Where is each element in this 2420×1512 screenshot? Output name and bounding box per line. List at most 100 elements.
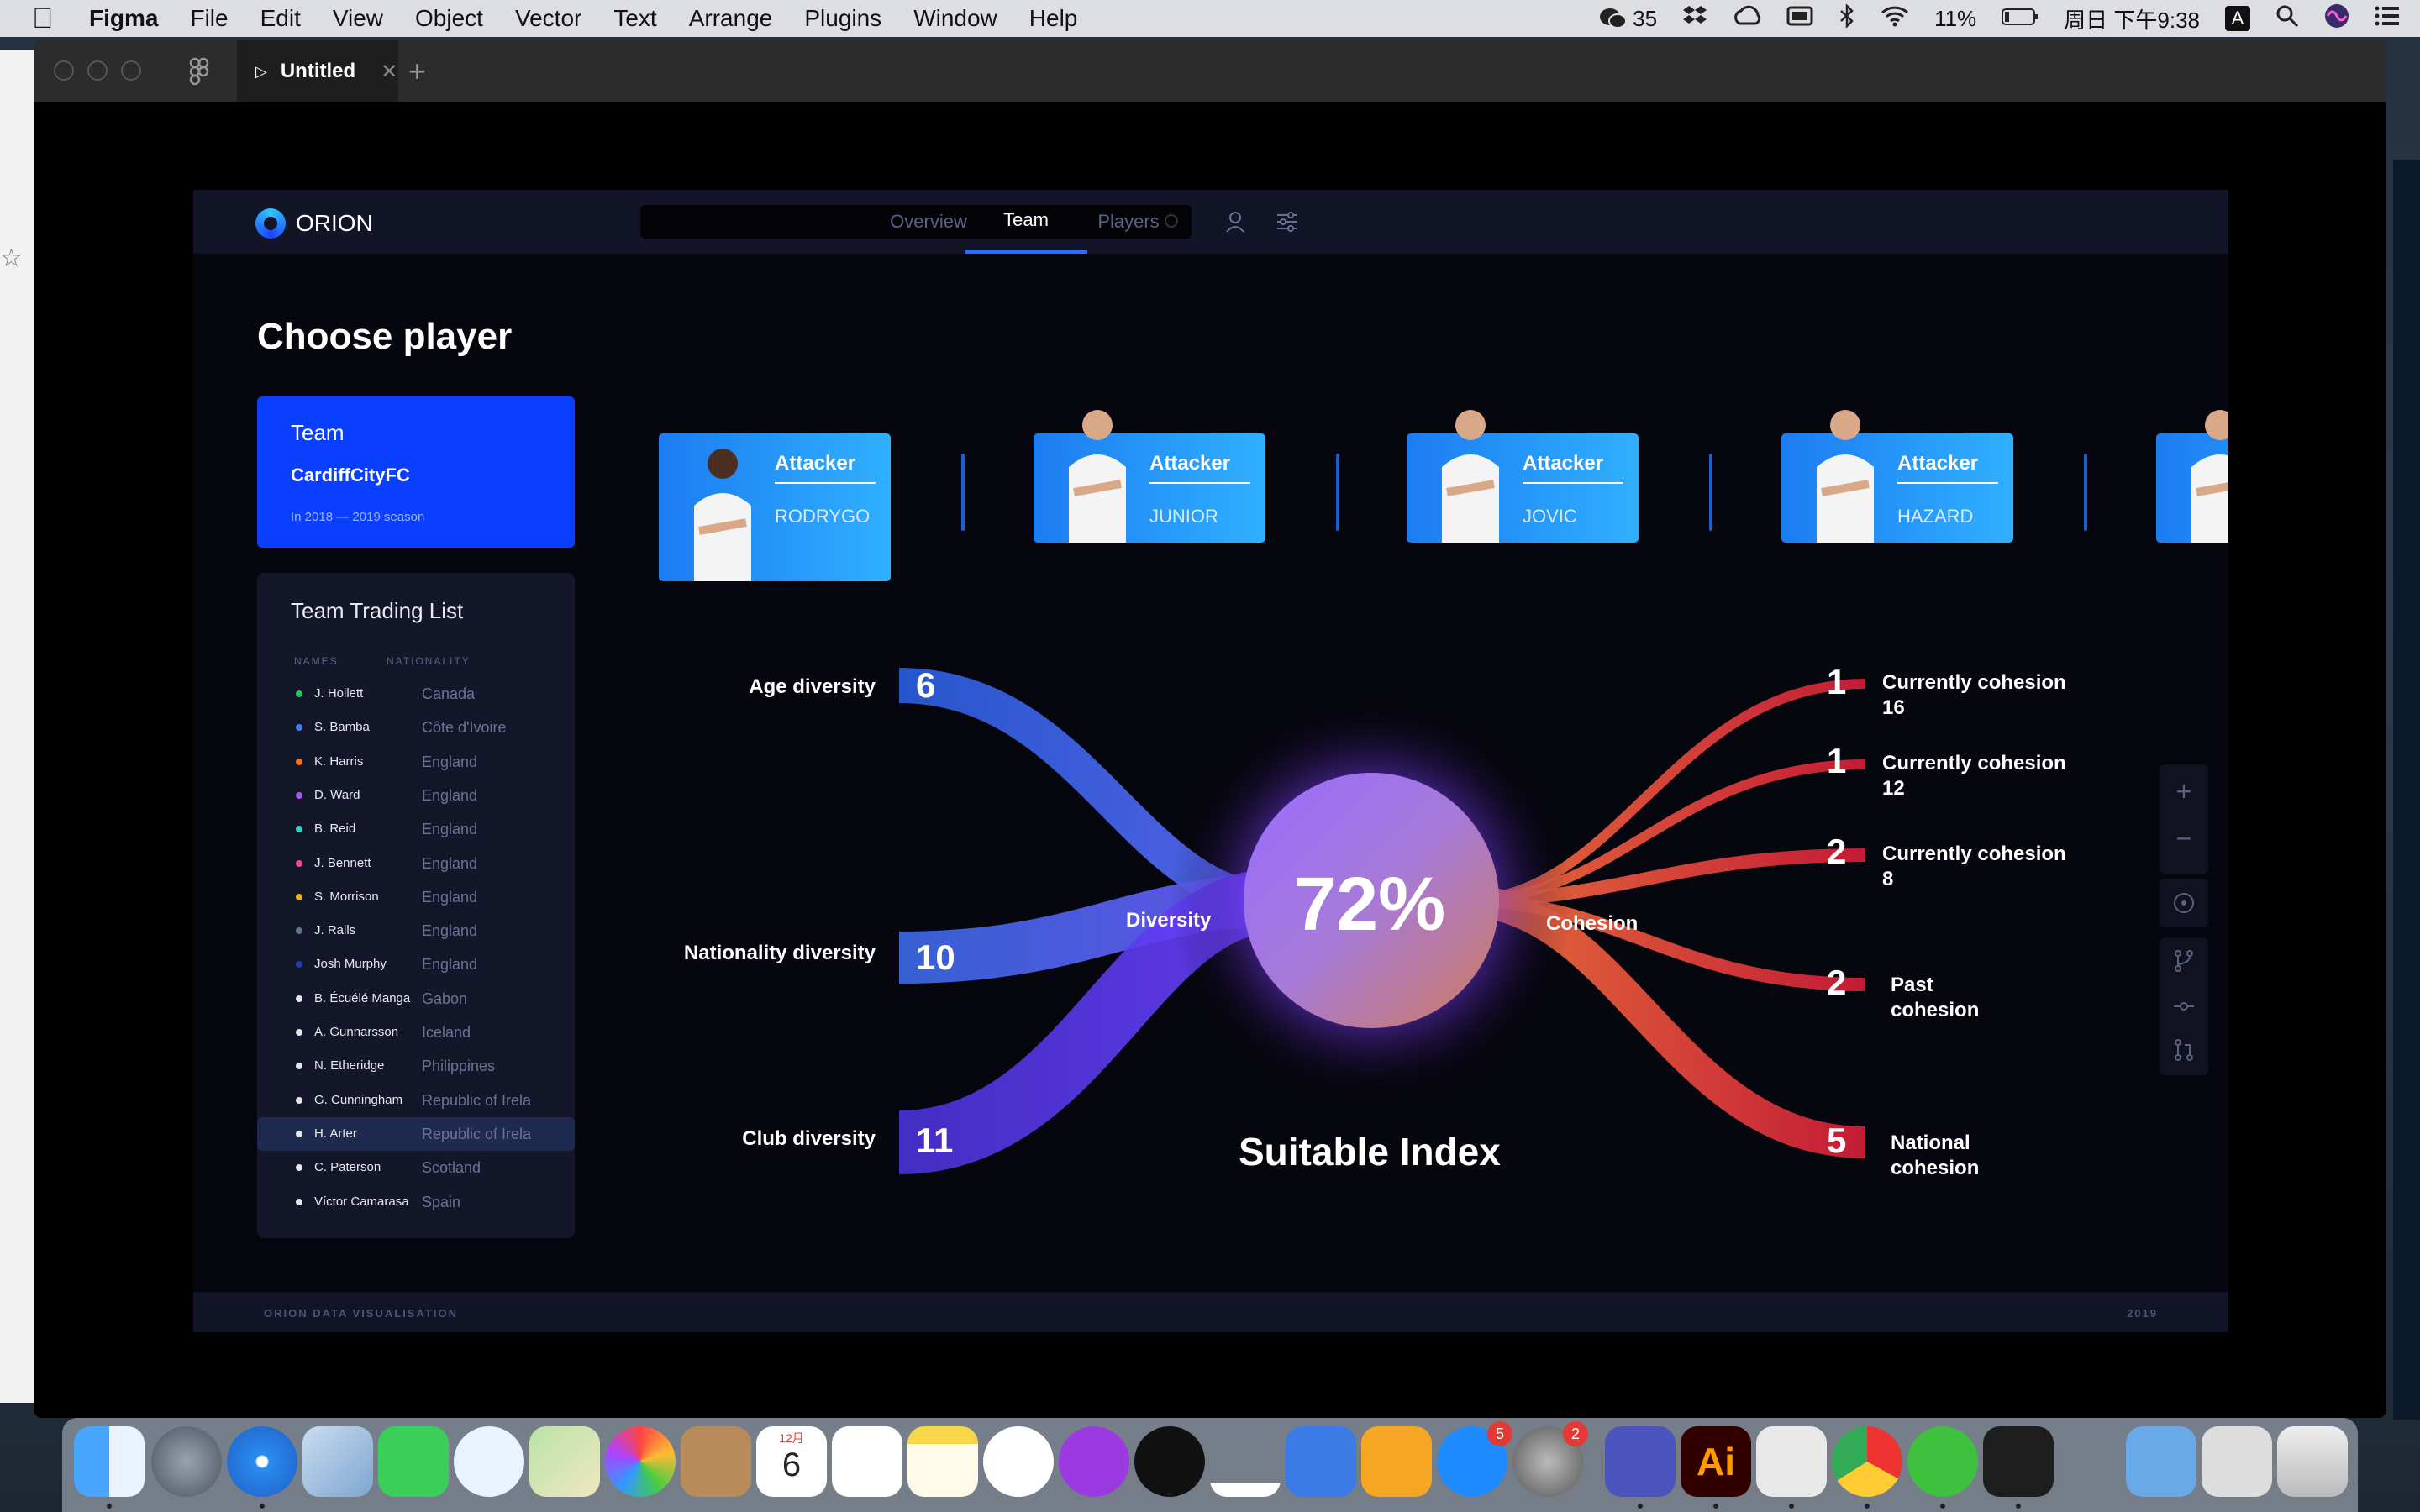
music-icon[interactable] bbox=[983, 1426, 1054, 1497]
window-zoom-button[interactable] bbox=[121, 60, 141, 81]
app-icon[interactable] bbox=[1756, 1426, 1827, 1509]
bluetooth-icon[interactable] bbox=[1839, 3, 1855, 34]
reminders-icon[interactable] bbox=[832, 1426, 902, 1497]
commit-icon[interactable] bbox=[2174, 995, 2194, 1018]
suitable-index-value: 72% bbox=[1294, 863, 1446, 947]
cohesion-label-line2: cohesion bbox=[1891, 999, 1980, 1021]
zoom-in-icon[interactable]: + bbox=[2160, 776, 2208, 807]
screenshot-stack-icon[interactable] bbox=[2202, 1426, 2272, 1497]
close-tab-icon[interactable]: ✕ bbox=[381, 60, 397, 84]
wechat-icon[interactable] bbox=[1907, 1426, 1978, 1509]
messages-icon[interactable] bbox=[454, 1426, 524, 1497]
play-icon: ▷ bbox=[255, 62, 267, 80]
running-indicator bbox=[1713, 1504, 1718, 1509]
file-tab[interactable]: ▷ Untitled ✕ bbox=[237, 40, 398, 102]
spotlight-search-icon[interactable] bbox=[2275, 4, 2299, 34]
battery-icon[interactable] bbox=[2002, 6, 2039, 32]
cohesion-value: 1 bbox=[1827, 741, 1847, 780]
cohesion-label: Past cohesion bbox=[1891, 973, 1979, 1023]
finder-icon[interactable] bbox=[74, 1426, 145, 1509]
photos-icon[interactable] bbox=[605, 1426, 676, 1497]
pages-icon[interactable] bbox=[1361, 1426, 1432, 1497]
clock[interactable]: 周日 下午9:38 bbox=[2064, 3, 2200, 34]
pull-request-icon[interactable] bbox=[2174, 1038, 2194, 1062]
running-indicator bbox=[260, 1504, 265, 1509]
cohesion-value: 1 bbox=[1827, 662, 1847, 701]
display-icon[interactable] bbox=[1786, 5, 1813, 33]
battery-percent[interactable]: 11% bbox=[1934, 6, 1976, 32]
cohesion-label-line1: National bbox=[1891, 1131, 1970, 1154]
cohesion-label-line2: 12 bbox=[1882, 777, 1905, 800]
menu-window[interactable]: Window bbox=[913, 5, 997, 32]
menu-arrange[interactable]: Arrange bbox=[689, 5, 773, 32]
calendar-icon[interactable]: 12月 6 bbox=[756, 1426, 827, 1497]
diversity-label: Nationality diversity bbox=[683, 942, 876, 964]
menu-app-figma[interactable]: Figma bbox=[89, 5, 158, 32]
numbers-icon[interactable] bbox=[1210, 1426, 1281, 1497]
window-close-button[interactable] bbox=[54, 60, 74, 81]
figma-icon[interactable] bbox=[1983, 1426, 2054, 1509]
cohesion-label-line2: cohesion bbox=[1891, 1157, 1980, 1179]
new-tab-icon[interactable]: + bbox=[408, 54, 426, 89]
menu-object[interactable]: Object bbox=[415, 5, 483, 32]
contacts-icon[interactable] bbox=[681, 1426, 751, 1497]
diversity-label: Club diversity bbox=[742, 1127, 876, 1150]
menu-edit[interactable]: Edit bbox=[260, 5, 301, 32]
menu-vector[interactable]: Vector bbox=[515, 5, 581, 32]
menu-view[interactable]: View bbox=[333, 5, 383, 32]
teams-icon[interactable] bbox=[1605, 1426, 1676, 1509]
cohesion-label-line2: 8 bbox=[1882, 868, 1894, 890]
cohesion-label-line2: 16 bbox=[1882, 696, 1905, 719]
chrome-icon[interactable] bbox=[1832, 1426, 1902, 1509]
footer-year: 2019 bbox=[2127, 1307, 2158, 1320]
cohesion-hub-label: Cohesion bbox=[1546, 912, 1639, 935]
apple-icon[interactable]:  bbox=[32, 4, 60, 33]
facetime-icon[interactable] bbox=[378, 1426, 449, 1497]
downloads-folder-icon[interactable] bbox=[2126, 1426, 2196, 1497]
cohesion-label: Currently cohesion 16 bbox=[1882, 670, 2066, 721]
notification-center-icon[interactable] bbox=[2375, 5, 2400, 33]
cohesion-label-line1: Currently cohesion bbox=[1882, 671, 2066, 694]
menu-file[interactable]: File bbox=[190, 5, 228, 32]
apple-tv-icon[interactable] bbox=[1134, 1426, 1205, 1497]
app-store-icon[interactable]: 5 bbox=[1437, 1421, 1512, 1497]
safari-icon[interactable] bbox=[227, 1426, 297, 1509]
creative-cloud-icon[interactable] bbox=[1733, 5, 1761, 33]
wechat-status-icon[interactable]: 35 bbox=[1599, 6, 1657, 32]
suitable-index-caption: Suitable Index bbox=[1239, 1130, 1501, 1173]
illustrator-icon[interactable]: Ai bbox=[1681, 1426, 1751, 1509]
frame-footer: ORION DATA VISUALISATION 2019 bbox=[193, 1292, 2228, 1332]
running-indicator bbox=[1789, 1504, 1794, 1509]
system-preferences-icon[interactable]: 2 bbox=[1512, 1421, 1588, 1497]
podcasts-icon[interactable] bbox=[1059, 1426, 1129, 1497]
window-minimize-button[interactable] bbox=[87, 60, 108, 81]
figma-logo-icon[interactable] bbox=[187, 57, 212, 86]
zoom-out-icon[interactable]: − bbox=[2160, 823, 2208, 854]
running-indicator bbox=[2016, 1504, 2021, 1509]
cohesion-label: National cohesion bbox=[1891, 1131, 1979, 1181]
cohesion-value: 2 bbox=[1827, 832, 1847, 871]
wechat-count: 35 bbox=[1633, 5, 1658, 31]
dropbox-icon[interactable] bbox=[1682, 4, 1707, 34]
cohesion-label-line1: Currently cohesion bbox=[1882, 843, 2066, 865]
running-indicator bbox=[107, 1504, 112, 1509]
maps-icon[interactable] bbox=[529, 1426, 600, 1497]
recenter-icon[interactable] bbox=[2172, 891, 2196, 915]
menu-plugins[interactable]: Plugins bbox=[804, 5, 881, 32]
keynote-icon[interactable] bbox=[1286, 1426, 1356, 1497]
input-method-icon[interactable]: A bbox=[2225, 6, 2250, 31]
figma-window: ▷ Untitled ✕ + ORION Overview Team Playe… bbox=[34, 40, 2386, 1418]
cohesion-value: 2 bbox=[1827, 963, 1847, 1002]
mail-icon[interactable] bbox=[302, 1426, 373, 1497]
notes-icon[interactable] bbox=[908, 1426, 978, 1497]
menu-help[interactable]: Help bbox=[1029, 5, 1078, 32]
menu-text[interactable]: Text bbox=[613, 5, 656, 32]
trash-icon[interactable] bbox=[2277, 1426, 2348, 1497]
branch-icon[interactable] bbox=[2174, 949, 2194, 973]
wifi-icon[interactable] bbox=[1881, 5, 1909, 33]
launchpad-icon[interactable] bbox=[151, 1426, 222, 1497]
system-preferences-badge: 2 bbox=[1563, 1421, 1588, 1446]
cohesion-value: 5 bbox=[1827, 1121, 1847, 1160]
graph-tools bbox=[2160, 937, 2208, 1075]
siri-icon[interactable] bbox=[2324, 3, 2349, 34]
